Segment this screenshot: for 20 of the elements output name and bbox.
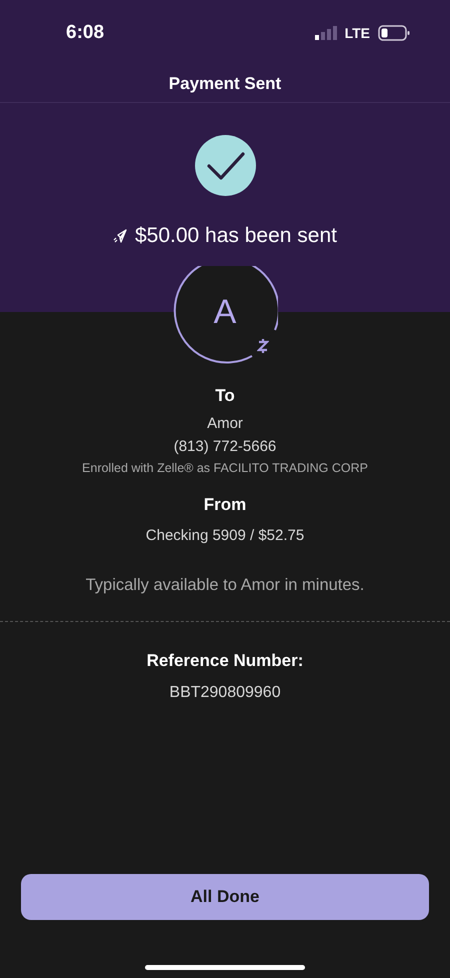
battery-icon [378,25,410,41]
reference-number: BBT290809960 [169,683,281,703]
recipient-phone: (813) 772-5666 [174,436,276,456]
recipient-name: Amor [207,414,243,434]
avatar-initial: A [212,292,238,332]
status-time: 6:08 [66,20,104,45]
sender-heading: From [204,494,246,516]
all-done-button[interactable]: All Done [21,874,429,920]
paper-plane-icon [112,228,127,243]
confirmation-message: $50.00 has been sent [134,223,337,249]
signal-icon [314,26,337,40]
reference-label: Reference Number: [146,650,304,672]
zelle-icon [257,338,269,354]
sender-account: Checking 5909 / $52.75 [146,526,304,546]
enrollment-text: Enrolled with Zelle® as FACILITO TRADING CORP [82,460,368,477]
availability-note: Typically available to Amor in minutes. [86,574,364,596]
recipient-heading: To [215,384,235,406]
network-label: LTE [344,24,370,42]
screen-title: Payment Sent [168,73,282,96]
checkmark-icon [194,135,256,196]
